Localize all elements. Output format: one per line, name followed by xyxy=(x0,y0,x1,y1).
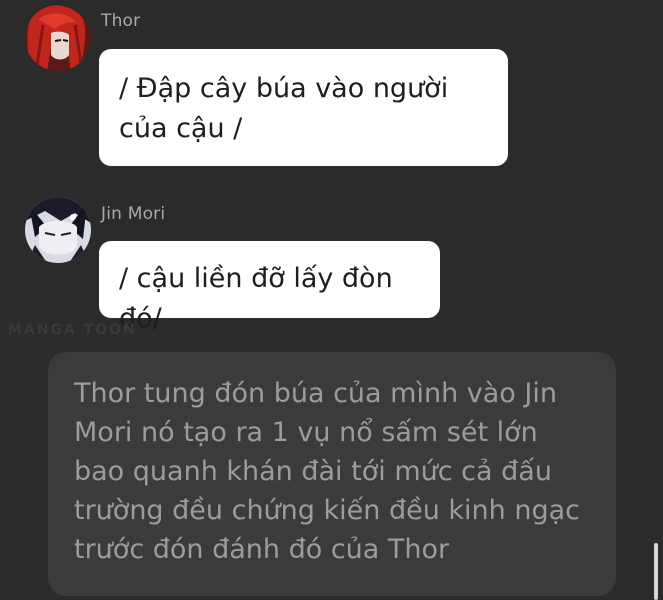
narration-box: Thor tung đón búa của mình vào Jin Mori … xyxy=(48,352,616,596)
red-haired-character-avatar-icon xyxy=(25,5,91,71)
chat-screen: Thor / Đập cây búa vào người của cậu / J… xyxy=(0,0,663,600)
dark-haired-character-avatar-icon xyxy=(25,197,91,263)
message-text: / cậu liền đỡ lấy đòn đó/ xyxy=(119,263,393,334)
message-bubble: / cậu liền đỡ lấy đòn đó/ xyxy=(99,241,440,334)
narration-text: Thor tung đón búa của mình vào Jin Mori … xyxy=(74,378,580,565)
scrollbar[interactable] xyxy=(654,543,658,600)
sender-name: Thor xyxy=(101,11,141,31)
sender-name: Jin Mori xyxy=(101,204,166,224)
thor-avatar[interactable] xyxy=(25,5,91,71)
message-text: / Đập cây búa vào người của cậu / xyxy=(119,73,449,144)
watermark: MANGA TOON xyxy=(8,322,137,338)
jin-mori-avatar[interactable] xyxy=(25,197,91,263)
message-bubble: / Đập cây búa vào người của cậu / xyxy=(99,49,508,166)
